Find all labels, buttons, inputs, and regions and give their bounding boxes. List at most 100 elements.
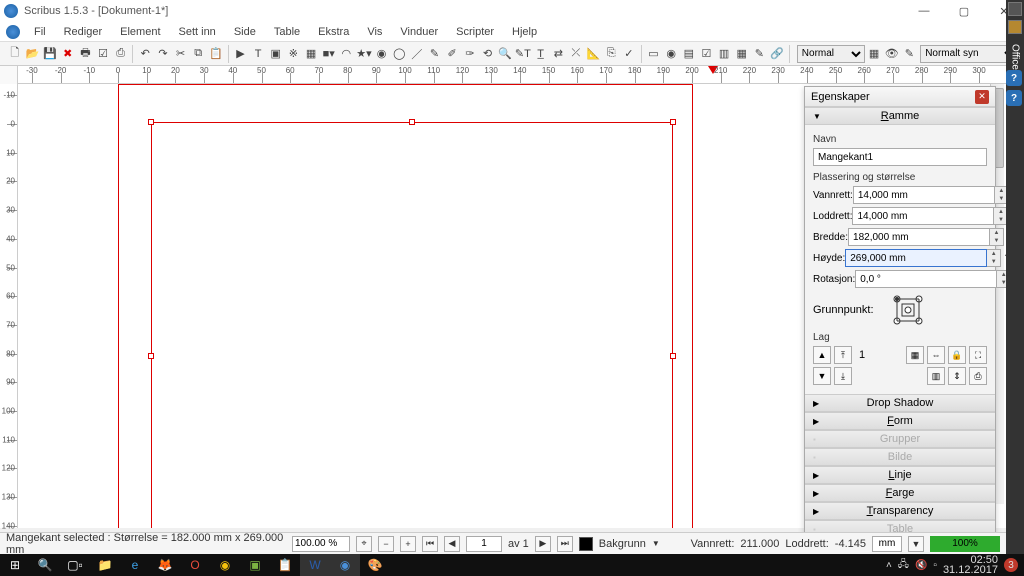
xpos-input[interactable] <box>853 186 995 204</box>
edit-content-icon[interactable]: ✎T <box>515 46 531 62</box>
paste-icon[interactable]: 📋 <box>208 46 224 62</box>
pdf-icon[interactable]: ⎙ <box>113 46 129 62</box>
toggle-cm-icon[interactable]: ▦ <box>866 46 882 62</box>
preflight-icon[interactable]: ☑ <box>95 46 111 62</box>
arc2-tool-icon[interactable]: ◯ <box>391 46 407 62</box>
story-editor-icon[interactable]: T̲ <box>533 46 549 62</box>
link-frames-icon[interactable]: ⇄ <box>550 46 566 62</box>
flip-h-button[interactable]: ⇔ <box>927 346 945 364</box>
zoom-out-button[interactable]: − <box>378 536 394 552</box>
menu-element[interactable]: Element <box>112 24 168 40</box>
properties-panel[interactable]: Egenskaper ✕ ▼ Ramme Navn Plassering og … <box>804 86 996 539</box>
print-icon[interactable]: 🖶 <box>78 46 94 62</box>
menu-page[interactable]: Side <box>226 24 264 40</box>
undo-icon[interactable]: ↶ <box>137 46 153 62</box>
task-view-button[interactable]: ▢▫ <box>60 554 90 576</box>
text-frame-icon[interactable]: T <box>250 46 266 62</box>
section-frame-header[interactable]: ▼ Ramme <box>805 107 995 125</box>
vision-mode-select[interactable]: Normalt syn <box>920 45 1018 63</box>
lock-button[interactable]: 🔒 <box>948 346 966 364</box>
taskbar-firefox[interactable]: 🦊 <box>150 554 180 576</box>
rotation-input[interactable] <box>855 270 997 288</box>
bezier-tool-icon[interactable]: ✎ <box>427 46 443 62</box>
menu-extras[interactable]: Ekstra <box>310 24 357 40</box>
new-icon[interactable]: 🗋 <box>7 46 23 62</box>
menu-view[interactable]: Vis <box>359 24 390 40</box>
unit-dropdown-icon[interactable]: ▼ <box>908 536 924 552</box>
menu-scripter[interactable]: Scripter <box>448 24 502 40</box>
properties-header[interactable]: Egenskaper ✕ <box>805 87 995 107</box>
pdf-list-icon[interactable]: ▦ <box>734 46 750 62</box>
tray-network-icon[interactable]: 🖧 <box>898 557 909 574</box>
page-prev-button[interactable]: ◀ <box>444 536 460 552</box>
redo-icon[interactable]: ↷ <box>155 46 171 62</box>
layer-color-swatch[interactable] <box>579 537 593 551</box>
image-frame-icon[interactable]: ▣ <box>268 46 284 62</box>
level-bottom-button[interactable]: ⤓ <box>834 367 852 385</box>
pdf-combo-icon[interactable]: ▥ <box>716 46 732 62</box>
section-transparency[interactable]: ▶Transparency <box>805 502 995 520</box>
properties-close-button[interactable]: ✕ <box>975 90 989 104</box>
menu-help[interactable]: Hjelp <box>504 24 545 40</box>
pdf-check-icon[interactable]: ☑ <box>699 46 715 62</box>
pdf-radio-icon[interactable]: ◉ <box>663 46 679 62</box>
resize-handle-tm[interactable] <box>409 119 415 125</box>
freehand-tool-icon[interactable]: ✐ <box>444 46 460 62</box>
help-icon-1[interactable]: ? <box>1006 70 1022 86</box>
menu-edit[interactable]: Rediger <box>56 24 111 40</box>
layer-dropdown-icon[interactable]: ▼ <box>652 539 660 548</box>
page-last-button[interactable]: ⏭ <box>557 536 573 552</box>
copy-icon[interactable]: ⧉ <box>190 46 206 62</box>
width-input[interactable] <box>848 228 990 246</box>
layer-name-label[interactable]: Bakgrunn <box>599 538 646 550</box>
section-line[interactable]: ▶Linje <box>805 466 995 484</box>
spiral-tool-icon[interactable]: ◉ <box>374 46 390 62</box>
table-tool-icon[interactable]: ▦ <box>303 46 319 62</box>
maximize-button[interactable]: ▢ <box>944 0 984 22</box>
unlink-frames-icon[interactable]: ⤫ <box>568 46 584 62</box>
taskbar-chrome[interactable]: ◉ <box>210 554 240 576</box>
preview-icon[interactable]: 👁 <box>884 46 900 62</box>
calligraphy-tool-icon[interactable]: ✑ <box>462 46 478 62</box>
arc-tool-icon[interactable]: ◠ <box>339 46 355 62</box>
level-top-button[interactable]: ⤒ <box>834 346 852 364</box>
tray-clock[interactable]: 02:50 31.12.2017 <box>943 555 998 575</box>
pdf-annot-icon[interactable]: ✎ <box>752 46 768 62</box>
group-button[interactable]: ▦ <box>906 346 924 364</box>
tray-lang-icon[interactable]: ▫ <box>933 560 937 571</box>
taskbar-opera[interactable]: O <box>180 554 210 576</box>
selected-polygon-frame[interactable] <box>151 122 673 528</box>
resize-handle-ml[interactable] <box>148 353 154 359</box>
level-down-button[interactable]: ▼ <box>813 367 831 385</box>
taskbar-app2[interactable]: 📋 <box>270 554 300 576</box>
search-button[interactable]: 🔍 <box>30 554 60 576</box>
menu-file[interactable]: Fil <box>26 24 54 40</box>
help-icon-2[interactable]: ? <box>1006 90 1022 106</box>
section-form[interactable]: ▶Form <box>805 412 995 430</box>
menu-table[interactable]: Table <box>266 24 308 40</box>
close-doc-icon[interactable]: ✖ <box>60 46 76 62</box>
page-first-button[interactable]: ⏮ <box>422 536 438 552</box>
level-up-button[interactable]: ▲ <box>813 346 831 364</box>
page-input[interactable] <box>466 536 502 552</box>
edit-in-preview-icon[interactable]: ✎ <box>902 46 918 62</box>
copy-props-icon[interactable]: ⎘ <box>603 46 619 62</box>
taskbar-edge[interactable]: e <box>120 554 150 576</box>
noprint-button[interactable]: ⎙ <box>969 367 987 385</box>
open-icon[interactable]: 📂 <box>25 46 41 62</box>
save-icon[interactable]: 💾 <box>42 46 58 62</box>
zoom-in-button[interactable]: + <box>400 536 416 552</box>
select-tool-icon[interactable]: ▶ <box>233 46 249 62</box>
sidebar-app-1[interactable] <box>1008 2 1022 16</box>
tray-chevron-icon[interactable]: ˄ <box>886 560 892 571</box>
eyedropper-icon[interactable]: ✓ <box>621 46 637 62</box>
basepoint-widget[interactable] <box>892 294 924 326</box>
menu-insert[interactable]: Sett inn <box>171 24 224 40</box>
ungroup-button[interactable]: ▥ <box>927 367 945 385</box>
pdf-link-icon[interactable]: 🔗 <box>769 46 785 62</box>
lock-size-button[interactable]: ⛶ <box>969 346 987 364</box>
ruler-vertical[interactable]: -100102030405060708090100110120130140 <box>0 84 18 528</box>
taskbar-app1[interactable]: ▣ <box>240 554 270 576</box>
sidebar-app-2[interactable] <box>1008 20 1022 34</box>
zoom-default-button[interactable]: ⌖ <box>356 536 372 552</box>
